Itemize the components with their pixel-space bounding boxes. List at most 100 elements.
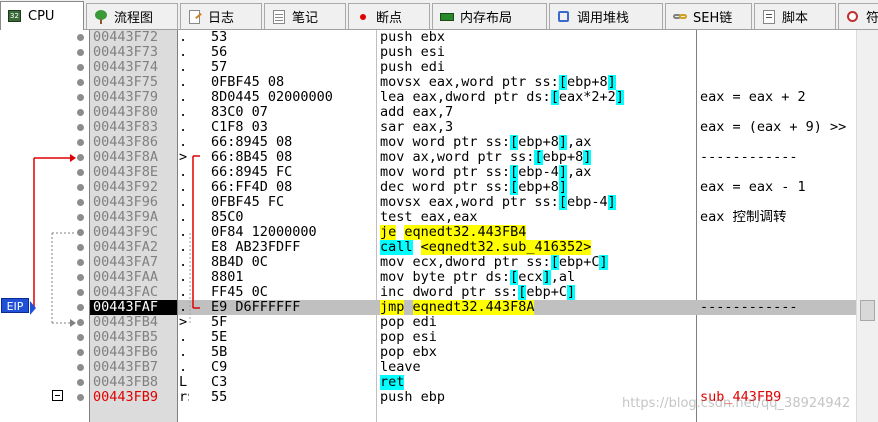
opcode-bytes[interactable]: 66:8945 08 <box>211 135 371 150</box>
instruction-row[interactable]: 00443F9C. 0F84 12000000 je eqnedt32.443FB4 <box>0 225 856 240</box>
address[interactable]: 00443F9A <box>93 210 158 225</box>
instruction[interactable]: ret <box>380 375 694 390</box>
breakpoint-dot[interactable] <box>77 334 84 341</box>
breakpoint-dot[interactable] <box>77 49 84 56</box>
address[interactable]: 00443FA2 <box>93 240 158 255</box>
instruction[interactable]: pop esi <box>380 330 694 345</box>
opcode-bytes[interactable]: 56 <box>211 45 371 60</box>
breakpoint-dot[interactable] <box>77 124 84 131</box>
opcode-bytes[interactable]: 83C0 07 <box>211 105 371 120</box>
tab-3[interactable]: 笔记 <box>264 3 346 29</box>
instruction-row[interactable]: 00443F9A. 85C0 test eax,eax eax 控制调转 <box>0 210 856 225</box>
breakpoint-dot[interactable] <box>77 244 84 251</box>
address[interactable]: 00443F92 <box>93 180 158 195</box>
instruction[interactable]: push edi <box>380 60 694 75</box>
instruction-row[interactable]: 00443FB4 >5F pop edi <box>0 315 856 330</box>
breakpoint-dot[interactable] <box>77 169 84 176</box>
instruction[interactable]: push esi <box>380 45 694 60</box>
address[interactable]: 00443FB9 <box>93 390 158 405</box>
instruction[interactable]: mov ax,word ptr ss:[ebp+8] <box>380 150 694 165</box>
breakpoint-dot[interactable] <box>77 214 84 221</box>
instruction[interactable]: push ebx <box>380 30 694 45</box>
opcode-bytes[interactable]: 55 <box>211 390 371 405</box>
tab-1[interactable]: 流程图 <box>86 3 178 29</box>
breakpoint-dot[interactable] <box>77 109 84 116</box>
opcode-bytes[interactable]: 0F84 12000000 <box>211 225 371 240</box>
address[interactable]: 00443F83 <box>93 120 158 135</box>
scrollbar-thumb[interactable] <box>860 300 875 321</box>
breakpoint-dot[interactable] <box>77 139 84 146</box>
comment[interactable]: eax = (eax + 9) >> <box>700 120 856 135</box>
opcode-bytes[interactable]: 0FBF45 FC <box>211 195 371 210</box>
instruction[interactable]: je eqnedt32.443FB4 <box>380 225 694 240</box>
opcode-bytes[interactable]: 5E <box>211 330 371 345</box>
opcode-bytes[interactable]: 5B <box>211 345 371 360</box>
address[interactable]: 00443FB6 <box>93 345 158 360</box>
address[interactable]: 00443FB4 <box>93 315 158 330</box>
instruction[interactable]: jmp eqnedt32.443F8A <box>380 300 694 315</box>
address[interactable]: 00443F80 <box>93 105 158 120</box>
instruction[interactable]: inc dword ptr ss:[ebp+C] <box>380 285 694 300</box>
instruction-row[interactable]: 00443F80. 83C0 07 add eax,7 <box>0 105 856 120</box>
address[interactable]: 00443FA7 <box>93 255 158 270</box>
tab-7[interactable]: SEH链 <box>665 3 752 29</box>
tab-0[interactable]: 32 CPU <box>0 1 84 30</box>
instruction[interactable]: mov word ptr ss:[ebp-4],ax <box>380 165 694 180</box>
breakpoint-dot[interactable] <box>77 64 84 71</box>
breakpoint-dot[interactable] <box>77 289 84 296</box>
instruction[interactable]: add eax,7 <box>380 105 694 120</box>
opcode-bytes[interactable]: C9 <box>211 360 371 375</box>
comment[interactable]: ------------ <box>700 150 856 165</box>
address[interactable]: 00443F79 <box>93 90 158 105</box>
instruction[interactable]: movsx eax,word ptr ss:[ebp+8] <box>380 75 694 90</box>
instruction-row[interactable]: 00443FB5. 5E pop esi <box>0 330 856 345</box>
instruction[interactable]: dec word ptr ss:[ebp+8] <box>380 180 694 195</box>
breakpoint-dot[interactable] <box>77 94 84 101</box>
instruction-row[interactable]: 00443F72. 53 push ebx <box>0 30 856 45</box>
instruction-row[interactable]: 00443FA7. 8B4D 0C mov ecx,dword ptr ss:[eb… <box>0 255 856 270</box>
instruction[interactable]: call <eqnedt32.sub_416352> <box>380 240 694 255</box>
opcode-bytes[interactable]: 66:8945 FC <box>211 165 371 180</box>
address[interactable]: 00443F8E <box>93 165 158 180</box>
breakpoint-dot[interactable] <box>77 79 84 86</box>
instruction-row[interactable]: 00443F73. 56 push esi <box>0 45 856 60</box>
breakpoint-dot[interactable] <box>77 154 84 161</box>
opcode-bytes[interactable]: FF45 0C <box>211 285 371 300</box>
breakpoint-dot[interactable] <box>77 199 84 206</box>
address[interactable]: 00443F73 <box>93 45 158 60</box>
address[interactable]: 00443FAA <box>93 270 158 285</box>
address[interactable]: 00443FAC <box>93 285 158 300</box>
address[interactable]: 00443F8A <box>93 150 158 165</box>
vertical-scrollbar[interactable] <box>856 30 878 422</box>
instruction[interactable]: sar eax,3 <box>380 120 694 135</box>
opcode-bytes[interactable]: 66:FF4D 08 <box>211 180 371 195</box>
instruction[interactable]: pop edi <box>380 315 694 330</box>
opcode-bytes[interactable]: 8B4D 0C <box>211 255 371 270</box>
instruction-row[interactable]: 00443FAF. E9 D6FFFFFF jmp eqnedt32.443F8A -… <box>0 300 856 315</box>
instruction-row[interactable]: 00443FB7. C9 leave <box>0 360 856 375</box>
tab-2[interactable]: 日志 <box>180 3 262 29</box>
instruction[interactable]: pop ebx <box>380 345 694 360</box>
opcode-bytes[interactable]: 57 <box>211 60 371 75</box>
instruction[interactable]: test eax,eax <box>380 210 694 225</box>
opcode-bytes[interactable]: E8 AB23FDFF <box>211 240 371 255</box>
address[interactable]: 00443F74 <box>93 60 158 75</box>
address[interactable]: 00443FB7 <box>93 360 158 375</box>
instruction-row[interactable]: 00443F8E. 66:8945 FC mov word ptr ss:[ebp-… <box>0 165 856 180</box>
address[interactable]: 00443F96 <box>93 195 158 210</box>
instruction-row[interactable]: 00443F92. 66:FF4D 08 dec word ptr ss:[ebp+… <box>0 180 856 195</box>
instruction-row[interactable]: 00443F75. 0FBF45 08 movsx eax,word ptr ss:… <box>0 75 856 90</box>
comment[interactable]: eax = eax + 2 <box>700 90 856 105</box>
instruction-row[interactable]: 00443F74. 57 push edi <box>0 60 856 75</box>
instruction-row[interactable]: 00443FB8 L. C3 ret <box>0 375 856 390</box>
opcode-bytes[interactable]: C3 <box>211 375 371 390</box>
opcode-bytes[interactable]: 8801 <box>211 270 371 285</box>
instruction[interactable]: mov word ptr ss:[ebp+8],ax <box>380 135 694 150</box>
breakpoint-dot[interactable] <box>77 259 84 266</box>
address[interactable]: 00443F72 <box>93 30 158 45</box>
comment[interactable]: ------------ <box>700 300 856 315</box>
tab-8[interactable]: 脚本 <box>754 3 836 29</box>
breakpoint-dot[interactable] <box>77 364 84 371</box>
instruction[interactable]: mov byte ptr ds:[ecx],al <box>380 270 694 285</box>
instruction-row[interactable]: 00443F8A >66:8B45 08 mov ax,word ptr ss:[e… <box>0 150 856 165</box>
